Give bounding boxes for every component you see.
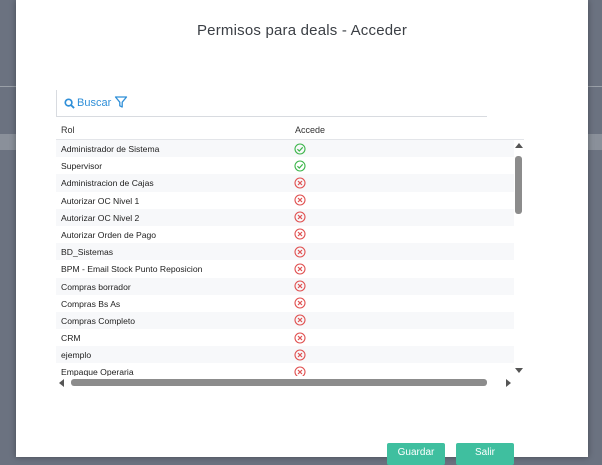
exit-button[interactable]: Salir — [456, 443, 514, 465]
role-name: BPM - Email Stock Punto Reposicion — [61, 264, 203, 275]
table-row[interactable]: Administracion de Cajas — [56, 174, 514, 192]
background-divider — [588, 86, 602, 87]
table-row[interactable]: CRM — [56, 329, 514, 346]
cross-circle-icon[interactable] — [294, 332, 306, 344]
background-band — [0, 134, 16, 150]
cross-circle-icon[interactable] — [294, 366, 306, 376]
check-circle-icon[interactable] — [294, 142, 306, 155]
column-header-accede[interactable]: Accede — [295, 125, 325, 135]
role-name: Autorizar Orden de Pago — [61, 229, 157, 240]
table-row[interactable]: Supervisor — [56, 157, 514, 174]
horizontal-scroll-thumb[interactable] — [71, 379, 487, 386]
column-header-rol[interactable]: Rol — [61, 125, 75, 135]
filter-icon[interactable] — [114, 95, 128, 109]
role-name: Administrador de Sistema — [61, 144, 160, 154]
role-name: Autorizar OC Nivel 2 — [61, 212, 140, 223]
scroll-up-icon[interactable] — [515, 143, 523, 148]
roles-grid: Rol Accede Administrador de Sistema Super… — [56, 118, 524, 390]
search-button[interactable]: Buscar — [64, 95, 111, 111]
dialog-title: Permisos para deals - Acceder — [196, 22, 408, 39]
save-button[interactable]: Guardar — [387, 443, 445, 465]
role-name: Compras Completo — [61, 315, 136, 326]
table-row[interactable]: Empaque Operaria — [56, 363, 514, 376]
cross-circle-icon[interactable] — [294, 314, 306, 326]
vertical-scroll-thumb[interactable] — [515, 156, 522, 214]
role-name: ejemplo — [61, 350, 92, 361]
role-name: Administracion de Cajas — [61, 178, 154, 189]
scroll-left-icon[interactable] — [59, 379, 64, 387]
background-band — [588, 134, 602, 150]
grid-header: Rol Accede — [56, 118, 524, 140]
table-row[interactable]: Autorizar OC Nivel 1 — [56, 192, 514, 209]
vertical-scrollbar[interactable] — [514, 140, 524, 376]
background-divider — [0, 86, 16, 87]
role-name: CRM — [61, 333, 81, 344]
cross-circle-icon[interactable] — [294, 194, 306, 206]
role-name: Empaque Operaria — [61, 367, 134, 376]
cross-circle-icon[interactable] — [294, 297, 306, 309]
table-row[interactable]: Administrador de Sistema — [56, 140, 514, 158]
cross-circle-icon[interactable] — [294, 211, 306, 223]
table-row[interactable]: BPM - Email Stock Punto Reposicion — [56, 260, 514, 277]
cross-circle-icon[interactable] — [294, 349, 306, 361]
table-row[interactable]: Compras Bs As — [56, 295, 514, 312]
cross-circle-icon[interactable] — [294, 280, 306, 292]
table-row[interactable]: Autorizar Orden de Pago — [56, 226, 514, 243]
role-name: Compras borrador — [61, 281, 131, 292]
cross-circle-icon[interactable] — [294, 177, 306, 189]
role-name: Compras Bs As — [61, 298, 121, 309]
grid-rows: Administrador de Sistema Supervisor Admini… — [56, 140, 514, 376]
role-name: Autorizar OC Nivel 1 — [61, 195, 140, 206]
table-row[interactable]: Compras borrador — [56, 277, 514, 295]
scroll-down-icon[interactable] — [515, 368, 523, 373]
grid-toolbar: Buscar — [56, 90, 487, 117]
role-name: Supervisor — [61, 161, 103, 172]
table-row[interactable]: Compras Completo — [56, 311, 514, 330]
check-circle-icon[interactable] — [294, 160, 306, 172]
horizontal-scrollbar[interactable] — [56, 376, 514, 388]
scroll-right-icon[interactable] — [506, 379, 511, 387]
table-row[interactable]: ejemplo — [56, 346, 514, 364]
cross-circle-icon[interactable] — [294, 263, 306, 275]
search-icon — [64, 97, 75, 109]
table-row[interactable]: BD_Sistemas — [56, 243, 514, 261]
cross-circle-icon[interactable] — [294, 228, 306, 240]
permissions-dialog: Permisos para deals - Acceder Buscar Rol… — [16, 0, 588, 465]
cross-circle-icon[interactable] — [294, 246, 306, 258]
role-name: BD_Sistemas — [61, 247, 114, 258]
table-row[interactable]: Autorizar OC Nivel 2 — [56, 208, 514, 226]
search-label: Buscar — [77, 97, 112, 109]
